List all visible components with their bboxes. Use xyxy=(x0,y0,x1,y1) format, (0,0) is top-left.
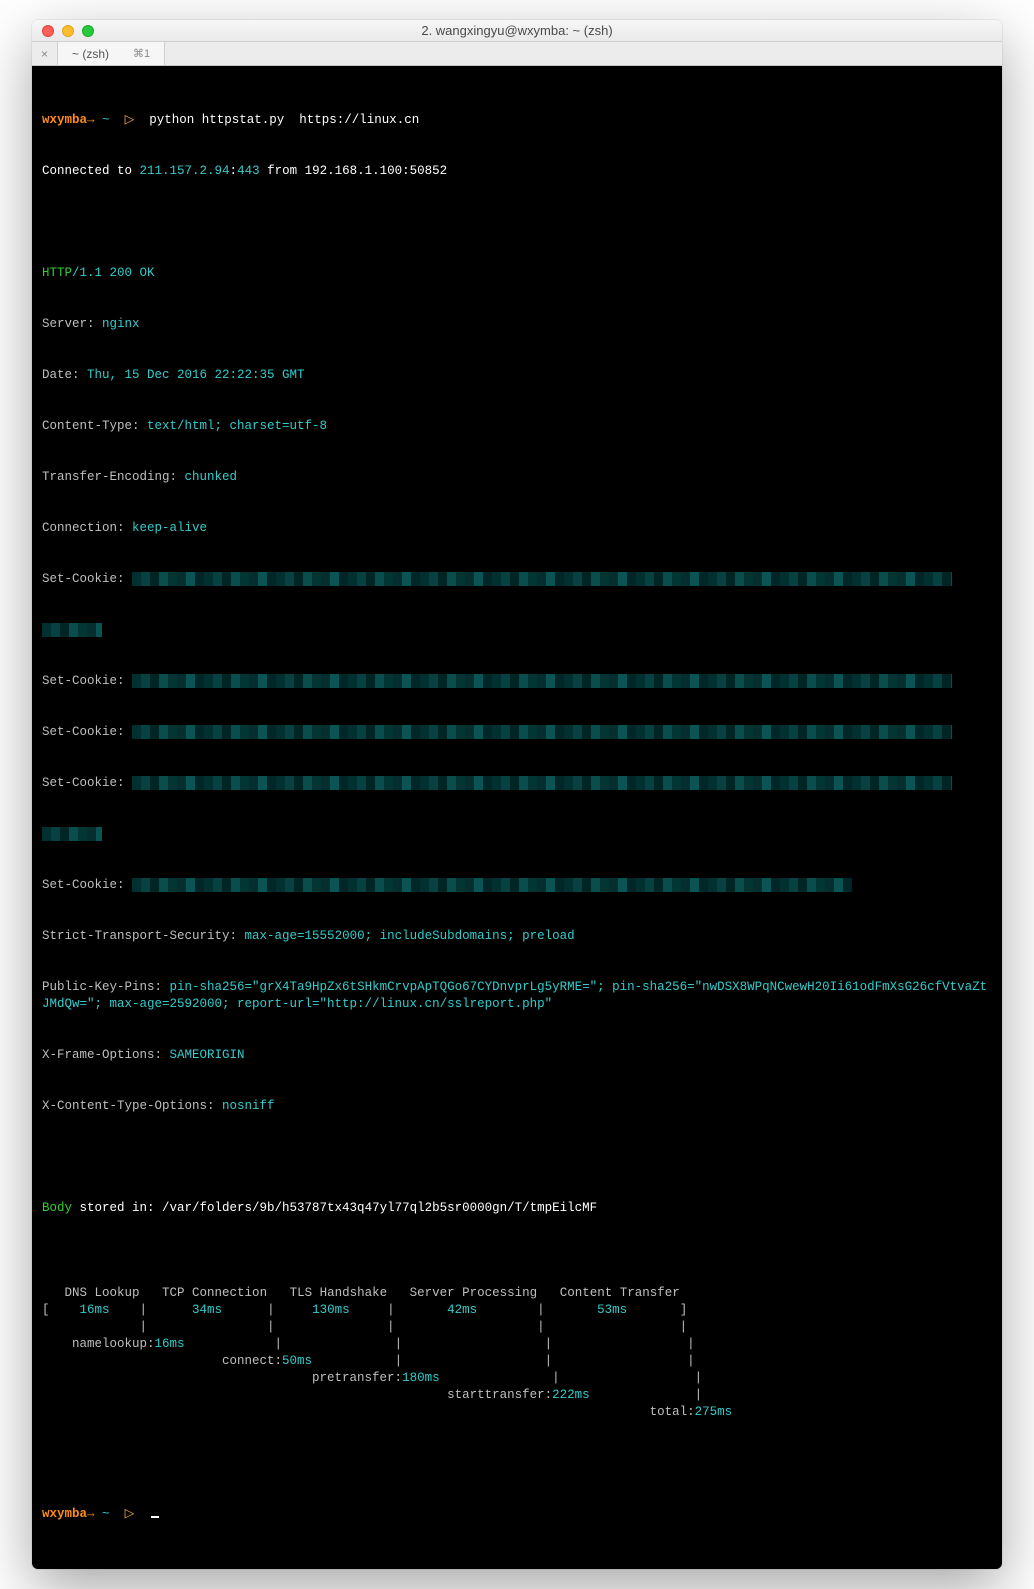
command-text: python httpstat.py https://linux.cn xyxy=(149,113,419,127)
redacted-value xyxy=(132,674,952,688)
redacted-line xyxy=(42,826,992,843)
prompt-symbol-icon: ▷ xyxy=(125,1507,135,1521)
cursor-icon xyxy=(151,1516,159,1518)
traffic-lights xyxy=(32,25,94,37)
tab-close-button[interactable]: × xyxy=(32,42,58,65)
redacted-value xyxy=(132,572,952,586)
prompt-host: wxymba→ xyxy=(42,1507,95,1521)
header-connection: Connection: keep-alive xyxy=(42,520,992,537)
redacted-value xyxy=(42,623,102,637)
redacted-value xyxy=(132,878,852,892)
minimize-icon[interactable] xyxy=(62,25,74,37)
timing-diagram: DNS Lookup TCP Connection TLS Handshake … xyxy=(42,1285,992,1421)
redacted-value xyxy=(132,776,952,790)
close-icon[interactable] xyxy=(42,25,54,37)
terminal-viewport[interactable]: wxymba→ ~ ▷ python httpstat.py https://l… xyxy=(32,66,1002,1569)
header-xfo: X-Frame-Options: SAMEORIGIN xyxy=(42,1047,992,1064)
prompt-line-2[interactable]: wxymba→ ~ ▷ xyxy=(42,1506,992,1523)
tab-bar: × ~ (zsh) ⌘1 xyxy=(32,42,1002,66)
prompt-path: ~ xyxy=(102,1507,110,1521)
header-xcto: X-Content-Type-Options: nosniff xyxy=(42,1098,992,1115)
redacted-value xyxy=(42,827,102,841)
redacted-line xyxy=(42,622,992,639)
connected-line: Connected to 211.157.2.94:443 from 192.1… xyxy=(42,163,992,180)
redacted-value xyxy=(132,725,952,739)
header-sts: Strict-Transport-Security: max-age=15552… xyxy=(42,928,992,945)
header-date: Date: Thu, 15 Dec 2016 22:22:35 GMT xyxy=(42,367,992,384)
body-stored-line: Body stored in: /var/folders/9b/h53787tx… xyxy=(42,1200,992,1217)
http-status-line: HTTP/1.1 200 OK xyxy=(42,265,992,282)
titlebar[interactable]: 2. wangxingyu@wxymba: ~ (zsh) xyxy=(32,20,1002,42)
window-title: 2. wangxingyu@wxymba: ~ (zsh) xyxy=(32,23,1002,38)
tab-shortcut: ⌘1 xyxy=(133,47,150,60)
prompt-symbol-icon: ▷ xyxy=(125,113,135,127)
header-content-type: Content-Type: text/html; charset=utf-8 xyxy=(42,418,992,435)
header-set-cookie-1: Set-Cookie: xyxy=(42,571,992,588)
terminal-window: 2. wangxingyu@wxymba: ~ (zsh) × ~ (zsh) … xyxy=(32,20,1002,1569)
prompt-line-1: wxymba→ ~ ▷ python httpstat.py https://l… xyxy=(42,112,992,129)
prompt-host: wxymba→ xyxy=(42,113,95,127)
tab-zsh[interactable]: ~ (zsh) ⌘1 xyxy=(58,42,165,65)
header-set-cookie-2: Set-Cookie: xyxy=(42,673,992,690)
maximize-icon[interactable] xyxy=(82,25,94,37)
header-server: Server: nginx xyxy=(42,316,992,333)
prompt-path: ~ xyxy=(102,113,110,127)
header-pkp: Public-Key-Pins: pin-sha256="grX4Ta9HpZx… xyxy=(42,979,992,1013)
header-set-cookie-3: Set-Cookie: xyxy=(42,724,992,741)
header-set-cookie-4: Set-Cookie: xyxy=(42,775,992,792)
header-transfer-encoding: Transfer-Encoding: chunked xyxy=(42,469,992,486)
tab-label: ~ (zsh) xyxy=(72,47,109,61)
header-set-cookie-5: Set-Cookie: xyxy=(42,877,992,894)
